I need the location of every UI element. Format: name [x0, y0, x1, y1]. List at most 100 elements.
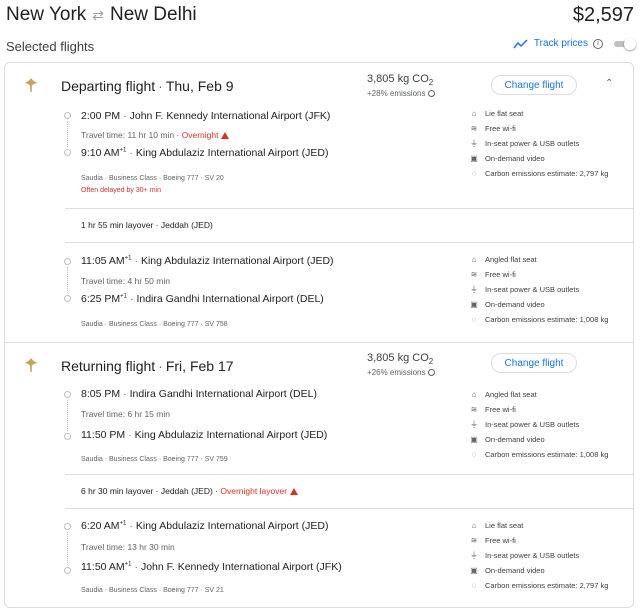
co2-percentage: +26% emissions — [367, 368, 436, 377]
departing-title: Departing flight · Thu, Feb 9 — [61, 78, 234, 94]
divider — [65, 208, 633, 209]
co2-percentage: +28% emissions — [367, 89, 436, 98]
flight-meta: Saudia · Business Class · Boeing 777 · S… — [81, 321, 228, 328]
travel-time: Travel time: 13 hr 30 min — [81, 542, 175, 552]
seat-icon: ⌂ — [471, 109, 477, 118]
amenity-row: ⏚ In-seat power & USB outlets — [470, 285, 580, 294]
track-prices[interactable]: Track prices i — [513, 37, 636, 50]
arrival-stop: 6:25 PM+1 · Indira Gandhi International Ai… — [81, 293, 324, 305]
timeline-dot — [64, 112, 71, 119]
timeline-dot — [64, 295, 71, 302]
chevron-up-icon[interactable]: ⌃ — [605, 78, 613, 89]
track-prices-toggle[interactable] — [612, 37, 636, 50]
power-outlet-icon: ⏚ — [470, 139, 478, 148]
departing-section: Departing flight · Thu, Feb 9 3,805 kg CO2… — [5, 63, 633, 343]
flight-meta: Saudia · Business Class · Boeing 777 · S… — [81, 456, 228, 463]
warning-icon — [289, 488, 298, 495]
amenity-row: ≋ Free wi-fi — [470, 405, 516, 414]
amenity-row: ⏚ In-seat power & USB outlets — [470, 139, 580, 148]
change-flight-button[interactable]: Change flight — [491, 75, 577, 95]
origin-city: New York — [6, 4, 87, 25]
flight-meta: Saudia · Business Class · Boeing 777 · S… — [81, 587, 224, 594]
timeline-line — [67, 400, 68, 431]
divider — [65, 508, 633, 509]
divider — [65, 474, 633, 475]
selected-flights-row: Selected flights Track prices i — [6, 37, 636, 56]
video-icon: ▣ — [470, 566, 478, 575]
amenity-row: ⌂ Angled flat seat — [469, 252, 639, 267]
change-flight-button[interactable]: Change flight — [491, 353, 577, 373]
info-icon[interactable] — [428, 90, 436, 97]
amenity-row: ⌂ Angled flat seat — [469, 387, 639, 402]
departure-stop: 11:05 AM+1 · King Abdulaziz International … — [81, 255, 334, 267]
amenity-row: ◌ Carbon emissions estimate: 2,797 kg — [469, 578, 639, 593]
travel-time: Travel time: 11 hr 10 min · Overnight — [81, 130, 230, 140]
co2-estimate: 3,805 kg CO2 — [367, 352, 434, 367]
amenity-row: ⏚ In-seat power & USB outlets — [470, 551, 580, 560]
travel-time: Travel time: 4 hr 50 min — [81, 276, 170, 286]
info-icon[interactable] — [428, 369, 436, 376]
selected-flights-card: Departing flight · Thu, Feb 9 3,805 kg CO2… — [4, 62, 634, 608]
wifi-icon: ≋ — [470, 124, 478, 133]
layover-info: 1 hr 55 min layover · Jeddah (JED) — [81, 220, 213, 230]
amenity-row: ⌂ Lie flat seat — [469, 518, 639, 533]
amenity-row: ≋ Free wi-fi — [470, 124, 516, 133]
info-icon[interactable]: i — [593, 38, 603, 49]
amenity-row: ◌ Carbon emissions estimate: 1,008 kg — [469, 312, 639, 327]
route-title: New York ⇄ New Delhi — [6, 4, 197, 26]
timeline-line — [67, 267, 68, 293]
power-outlet-icon: ⏚ — [470, 420, 478, 429]
timeline-dot — [64, 523, 71, 530]
seat-icon: ⌂ — [471, 390, 477, 399]
amenity-row: ≋ Free wi-fi — [470, 270, 516, 279]
divider — [65, 242, 633, 243]
saudia-logo-icon — [24, 358, 38, 372]
seat-icon: ⌂ — [471, 255, 477, 264]
flight-meta: Saudia · Business Class · Boeing 777 · S… — [81, 175, 224, 182]
timeline-dot — [64, 567, 71, 574]
page-header: New York ⇄ New Delhi $2,597 — [6, 2, 634, 30]
amenity-row: ⌂ Lie flat seat — [469, 106, 639, 121]
timeline-dot — [64, 433, 71, 440]
co2-icon: ◌ — [471, 169, 477, 178]
co2-icon: ◌ — [471, 315, 477, 324]
arrival-stop: 9:10 AM+1 · King Abdulaziz International A… — [81, 147, 329, 159]
power-outlet-icon: ⏚ — [470, 551, 478, 560]
selected-flights-label: Selected flights — [6, 39, 95, 54]
delay-warning: Often delayed by 30+ min — [81, 187, 161, 194]
amenity-row: ⏚ In-seat power & USB outlets — [470, 420, 580, 429]
departure-stop: 2:00 PM · John F. Kennedy International Ai… — [81, 110, 331, 122]
amenity-row: ≋ Free wi-fi — [470, 536, 516, 545]
amenity-row: ◌ Carbon emissions estimate: 2,797 kg — [469, 166, 639, 181]
video-icon: ▣ — [470, 435, 478, 444]
timeline-line — [67, 121, 68, 147]
amenity-row: ▣ On-demand video — [470, 300, 545, 309]
arrival-stop: 11:50 PM · King Abdulaziz International Ai… — [81, 429, 328, 441]
returning-title: Returning flight · Fri, Feb 17 — [61, 358, 234, 374]
trend-chart-icon — [513, 38, 528, 48]
destination-city: New Delhi — [110, 4, 197, 25]
amenities-list: ⌂ Lie flat seat ≋ Free wi-fi ⏚ In-seat powe… — [469, 106, 639, 181]
arrival-stop: 11:50 AM+1 · John F. Kennedy International… — [81, 561, 342, 573]
warning-icon — [221, 132, 230, 139]
wifi-icon: ≋ — [470, 270, 478, 279]
video-icon: ▣ — [470, 300, 478, 309]
wifi-icon: ≋ — [470, 536, 478, 545]
co2-icon: ◌ — [471, 581, 477, 590]
returning-section: Returning flight · Fri, Feb 17 3,805 kg CO… — [5, 343, 633, 608]
amenities-list: ⌂ Lie flat seat ≋ Free wi-fi ⏚ In-seat powe… — [469, 518, 639, 593]
co2-icon: ◌ — [471, 450, 477, 459]
amenities-list: ⌂ Angled flat seat ≋ Free wi-fi ⏚ In-seat p… — [469, 252, 639, 327]
track-prices-label[interactable]: Track prices — [534, 38, 588, 49]
swap-arrows-icon[interactable]: ⇄ — [92, 7, 104, 24]
timeline-dot — [64, 258, 71, 265]
amenity-row: ◌ Carbon emissions estimate: 1,008 kg — [469, 447, 639, 462]
departure-stop: 8:05 PM · Indira Gandhi International Airp… — [81, 388, 317, 400]
timeline-dot — [64, 149, 71, 156]
wifi-icon: ≋ — [470, 405, 478, 414]
power-outlet-icon: ⏚ — [470, 285, 478, 294]
amenities-list: ⌂ Angled flat seat ≋ Free wi-fi ⏚ In-seat p… — [469, 387, 639, 462]
amenity-row: ▣ On-demand video — [470, 154, 545, 163]
amenity-row: ▣ On-demand video — [470, 566, 545, 575]
seat-icon: ⌂ — [471, 521, 477, 530]
